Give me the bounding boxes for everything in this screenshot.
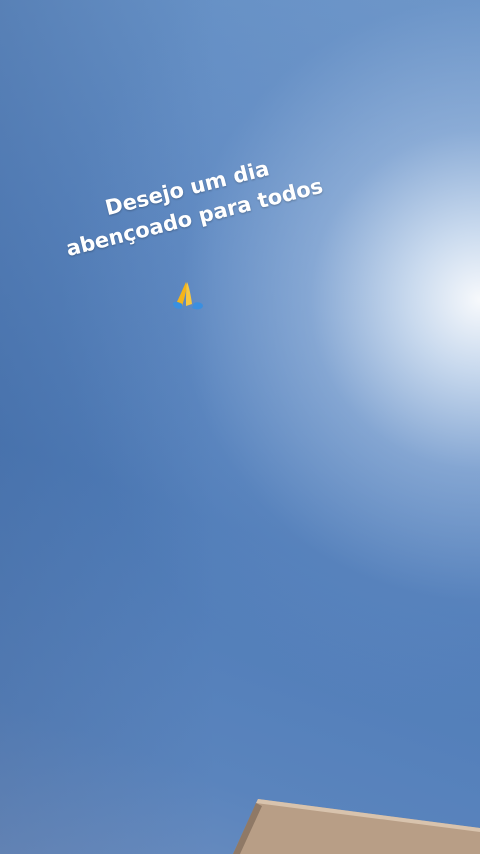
story-photo: Desejo um dia abençoado para todos — [0, 0, 480, 854]
building-roof — [233, 799, 480, 854]
